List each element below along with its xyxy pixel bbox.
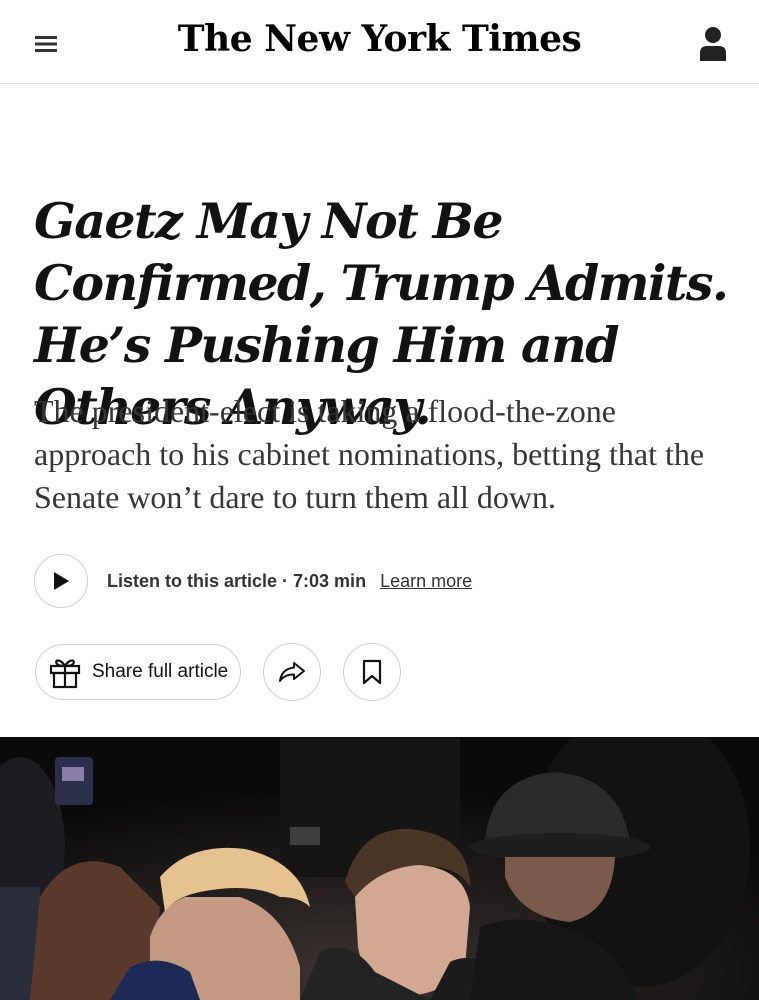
person-icon	[700, 27, 726, 61]
nyt-logo[interactable]: The New York Times	[0, 18, 759, 60]
lead-photo-image	[0, 737, 759, 1000]
bookmark-icon	[363, 659, 382, 685]
play-button[interactable]	[34, 554, 88, 608]
article-actions: Share full article	[35, 643, 402, 701]
article-summary: The president-elect is taking a flood-th…	[34, 393, 705, 515]
save-bookmark-button[interactable]	[343, 643, 402, 701]
play-icon	[54, 572, 69, 590]
article-lead-photo	[0, 737, 759, 1000]
top-navigation-bar: The New York Times	[0, 0, 759, 84]
listen-label: Listen to this article · 7:03 min	[107, 570, 367, 591]
learn-more-link[interactable]: Learn more	[380, 571, 472, 592]
gift-icon	[49, 659, 81, 689]
share-full-article-label: Share full article	[92, 661, 229, 682]
share-full-article-button[interactable]: Share full article	[35, 644, 242, 700]
audio-player: Listen to this article · 7:03 min Learn …	[34, 553, 472, 609]
share-button[interactable]	[263, 643, 322, 701]
account-button[interactable]	[693, 22, 733, 66]
share-arrow-icon	[279, 662, 306, 682]
